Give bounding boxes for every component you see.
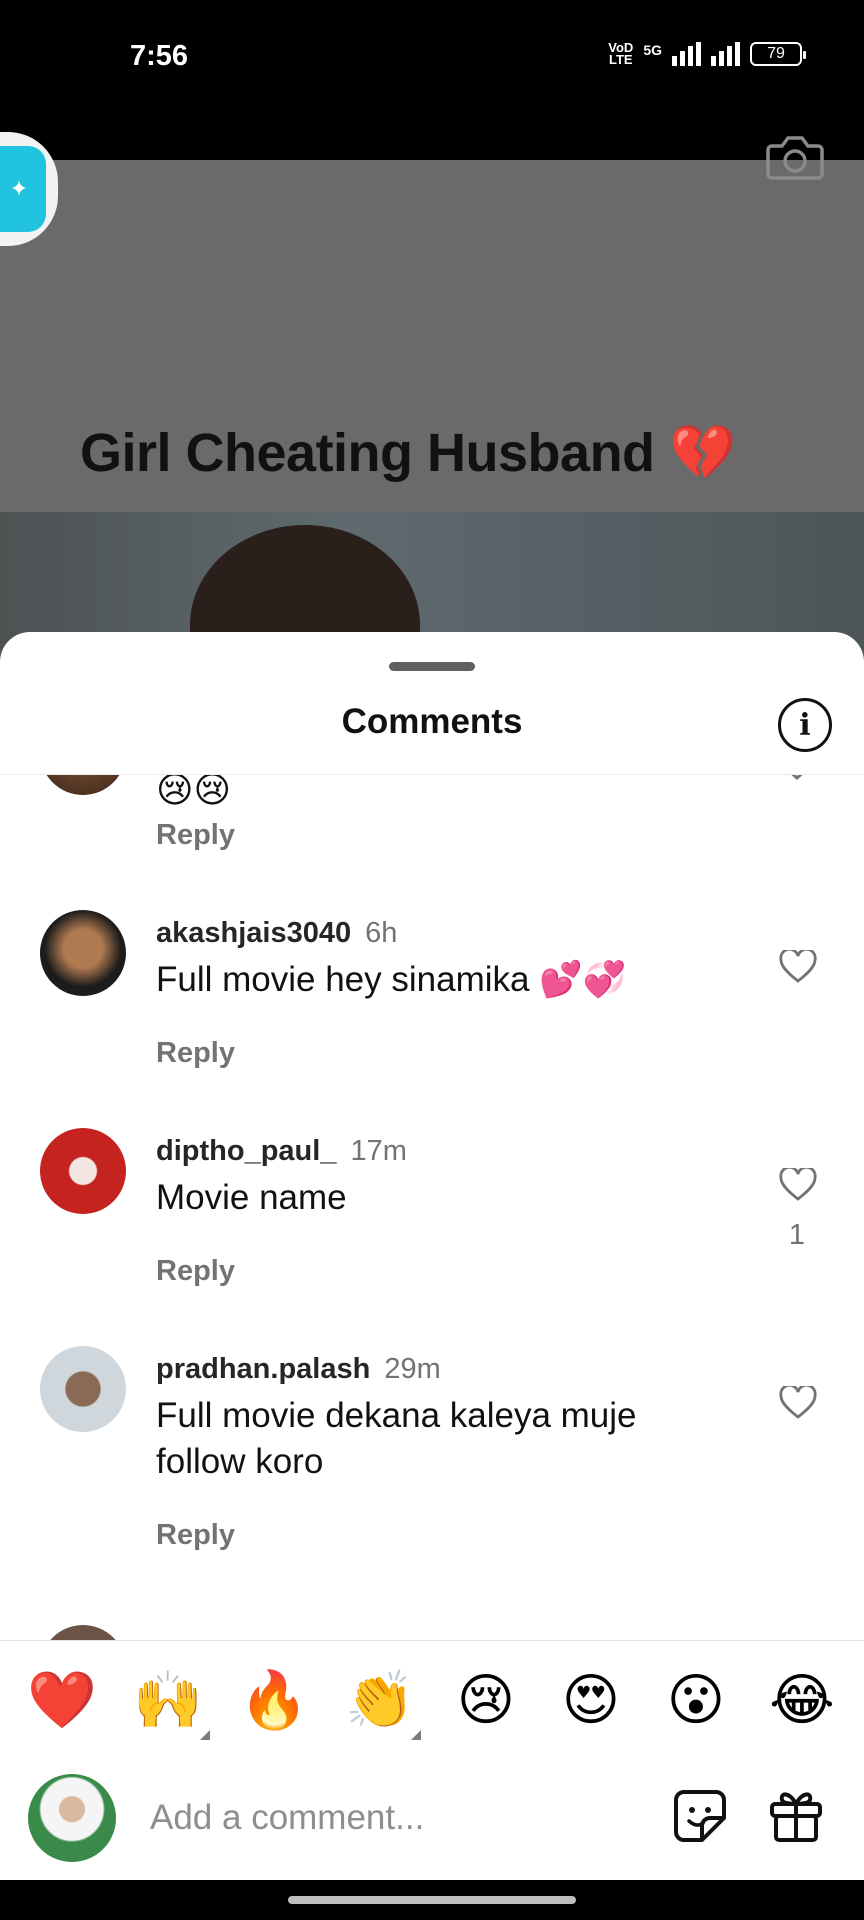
reply-button[interactable]: Reply — [156, 1519, 235, 1552]
comment-username[interactable]: akashjais3040 6h — [156, 917, 397, 950]
avatar[interactable] — [40, 910, 126, 996]
reply-button[interactable]: Reply — [156, 1255, 235, 1288]
battery-icon: 79 — [750, 42, 806, 66]
emoji-raised-hands[interactable]: 🙌 — [128, 1660, 208, 1740]
status-time: 7:56 — [130, 40, 189, 72]
home-gesture-handle[interactable] — [288, 1896, 576, 1904]
reply-button[interactable]: Reply — [156, 1037, 235, 1070]
reply-button[interactable]: Reply — [156, 819, 235, 852]
emoji-laughing[interactable]: 😂 — [762, 1660, 842, 1740]
emoji-divider — [0, 1640, 864, 1641]
avatar[interactable] — [40, 1128, 126, 1214]
heart-icon[interactable] — [779, 950, 817, 984]
comment-input[interactable] — [150, 1788, 630, 1848]
emoji-skin-tone-indicator — [200, 1730, 210, 1740]
network-type: 5G — [643, 42, 662, 58]
heart-icon[interactable] — [779, 1168, 817, 1202]
pin-icon: ✦ — [0, 146, 46, 232]
info-icon[interactable]: i — [778, 698, 832, 752]
navigation-bar — [0, 1880, 864, 1920]
chevron-down-icon[interactable] — [784, 775, 810, 781]
status-bar: 7:56 VoD LTE 5G 79 — [0, 0, 864, 160]
avatar[interactable] — [40, 775, 126, 795]
emoji-heart-eyes[interactable]: 😍 — [551, 1660, 631, 1740]
camera-icon[interactable] — [766, 132, 824, 182]
comments-list[interactable]: 😢😢 Reply akashjais3040 6h Full movie hey … — [0, 775, 864, 1640]
comment-composer — [0, 1764, 864, 1880]
drag-handle[interactable] — [389, 662, 475, 671]
comment-time: 17m — [350, 1135, 407, 1167]
video-area[interactable]: Girl Cheating Husband 💔 — [0, 160, 864, 680]
status-icons: VoD LTE 5G 79 — [608, 40, 806, 67]
avatar[interactable] — [40, 1625, 126, 1640]
emoji-clapping[interactable]: 👏 — [340, 1660, 420, 1740]
comment-text: 😢😢 — [156, 775, 232, 810]
my-avatar — [28, 1774, 116, 1862]
emoji-crying[interactable]: 😢 — [446, 1660, 526, 1740]
volte-indicator: VoD LTE — [608, 40, 634, 67]
sheet-title: Comments — [341, 702, 523, 741]
gift-icon[interactable] — [768, 1786, 824, 1844]
comment-time: 29m — [384, 1353, 441, 1385]
emoji-quick-bar: ❤️ 🙌 🔥 👏 😢 😍 😮 😂 — [0, 1660, 864, 1750]
emoji-heart[interactable]: ❤️ — [22, 1660, 102, 1740]
comment-time: 6h — [365, 917, 398, 949]
comment-text: Full movie dekana kaleya muje follow kor… — [156, 1396, 637, 1481]
sticker-icon[interactable] — [672, 1788, 728, 1844]
emoji-skin-tone-indicator — [411, 1730, 421, 1740]
video-title: Girl Cheating Husband 💔 — [80, 423, 736, 483]
comments-sheet: Comments i 😢😢 Reply akashjais3040 6h Full… — [0, 632, 864, 1880]
signal-icon — [672, 42, 701, 66]
avatar[interactable] — [40, 1346, 126, 1432]
battery-level: 79 — [767, 45, 785, 62]
comment-text: Full movie hey sinamika 💕💞 — [156, 960, 627, 999]
emoji-fire[interactable]: 🔥 — [234, 1660, 314, 1740]
comment-username[interactable]: diptho_paul_ 17m — [156, 1135, 407, 1168]
emoji-surprised[interactable]: 😮 — [656, 1660, 736, 1740]
like-count: 1 — [788, 1219, 806, 1251]
comment-username[interactable]: pradhan.palash 29m — [156, 1353, 441, 1386]
signal-icon-2 — [711, 42, 740, 66]
comment-text: Movie name — [156, 1178, 347, 1217]
heart-icon[interactable] — [779, 1386, 817, 1420]
